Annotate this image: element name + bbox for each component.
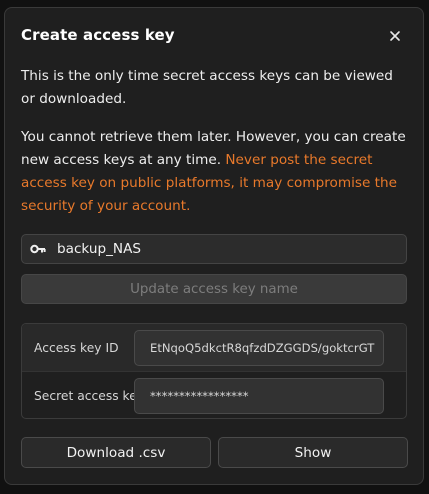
- update-access-key-name-button[interactable]: Update access key name: [21, 274, 407, 304]
- secret-access-key-value[interactable]: *****************: [134, 377, 384, 414]
- show-secret-button[interactable]: Show: [218, 437, 408, 468]
- access-key-name-field[interactable]: [21, 234, 407, 264]
- close-icon: [387, 28, 403, 44]
- access-key-id-value[interactable]: EtNqoQ5dkctR8qfzdDZGGDS/goktcrGT: [134, 329, 384, 366]
- retrieval-info: You cannot retrieve them later. However,…: [21, 126, 413, 218]
- access-keys-table: Access key ID EtNqoQ5dkctR8qfzdDZGGDS/go…: [21, 323, 407, 419]
- close-button[interactable]: [387, 28, 403, 44]
- access-key-id-row: Access key ID EtNqoQ5dkctR8qfzdDZGGDS/go…: [22, 324, 406, 371]
- key-icon: [30, 243, 48, 255]
- secret-access-key-row: Secret access key *****************: [22, 372, 406, 418]
- secret-access-key-label: Secret access key: [34, 388, 145, 403]
- download-csv-button[interactable]: Download .csv: [21, 437, 211, 468]
- create-access-key-dialog: Create access key This is the only time …: [4, 7, 424, 485]
- dialog-title: Create access key: [21, 26, 175, 44]
- one-time-notice: This is the only time secret access keys…: [21, 68, 393, 107]
- access-key-id-label: Access key ID: [34, 340, 119, 355]
- access-key-name-input[interactable]: [57, 241, 357, 257]
